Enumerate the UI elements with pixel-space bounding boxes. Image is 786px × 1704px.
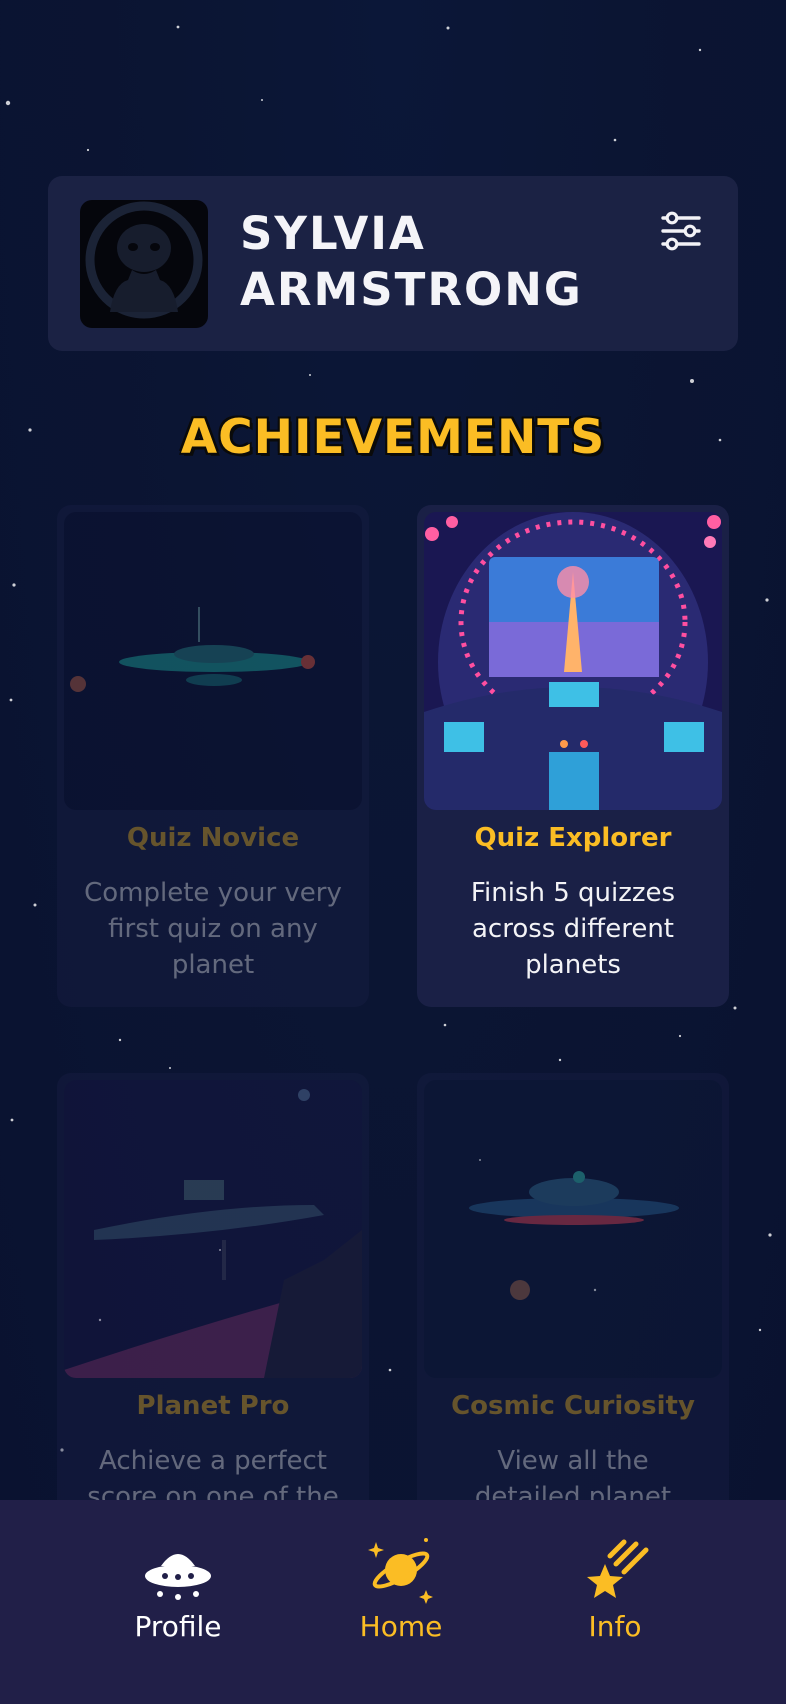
nav-label: Info: [588, 1610, 642, 1643]
achievements-title: ACHIEVEMENTS: [180, 410, 606, 465]
achievement-image: [64, 512, 362, 810]
shooting-star-icon: [535, 1528, 695, 1604]
profile-name: SYLVIA ARMSTRONG: [240, 207, 583, 316]
spaceship-illustration: [64, 512, 362, 810]
achievement-image: [64, 1080, 362, 1378]
nav-profile[interactable]: Profile: [98, 1528, 258, 1643]
bottom-nav: Profile Home Info: [0, 1500, 786, 1704]
planet-icon: [321, 1528, 481, 1604]
achievement-title: Planet Pro: [136, 1391, 290, 1421]
achievement-card-quiz-novice[interactable]: Quiz Novice Complete your very first qui…: [57, 505, 369, 1007]
achievement-image: [424, 512, 722, 810]
sliders-icon: [661, 211, 701, 251]
achievement-description: Finish 5 quizzes across different planet…: [470, 878, 676, 980]
alien-avatar-icon: [85, 201, 203, 319]
achievement-title: Cosmic Curiosity: [451, 1391, 695, 1421]
avatar: [80, 200, 208, 328]
ufo-icon: [98, 1528, 258, 1604]
profile-card: SYLVIA ARMSTRONG: [48, 176, 738, 351]
achievement-image: [424, 1080, 722, 1378]
nav-label: Profile: [134, 1610, 222, 1643]
achievement-card-planet-pro[interactable]: Planet Pro Achieve a perfect score on on…: [57, 1073, 369, 1573]
nav-info[interactable]: Info: [535, 1528, 695, 1643]
settings-button[interactable]: [656, 206, 706, 256]
achievement-card-quiz-explorer[interactable]: Quiz Explorer Finish 5 quizzes across di…: [417, 505, 729, 1007]
nav-label: Home: [359, 1610, 443, 1643]
nav-home[interactable]: Home: [321, 1528, 481, 1643]
achievement-title: Quiz Novice: [126, 823, 300, 853]
achievement-title: Quiz Explorer: [474, 823, 672, 853]
achievement-description: Complete your very first quiz on any pla…: [84, 878, 342, 980]
cockpit-illustration: [424, 512, 722, 810]
ufo-illustration: [424, 1080, 722, 1378]
spaceship-planet-illustration: [64, 1080, 362, 1378]
achievement-card-cosmic-curiosity[interactable]: Cosmic Curiosity View all the detailed p…: [417, 1073, 729, 1573]
